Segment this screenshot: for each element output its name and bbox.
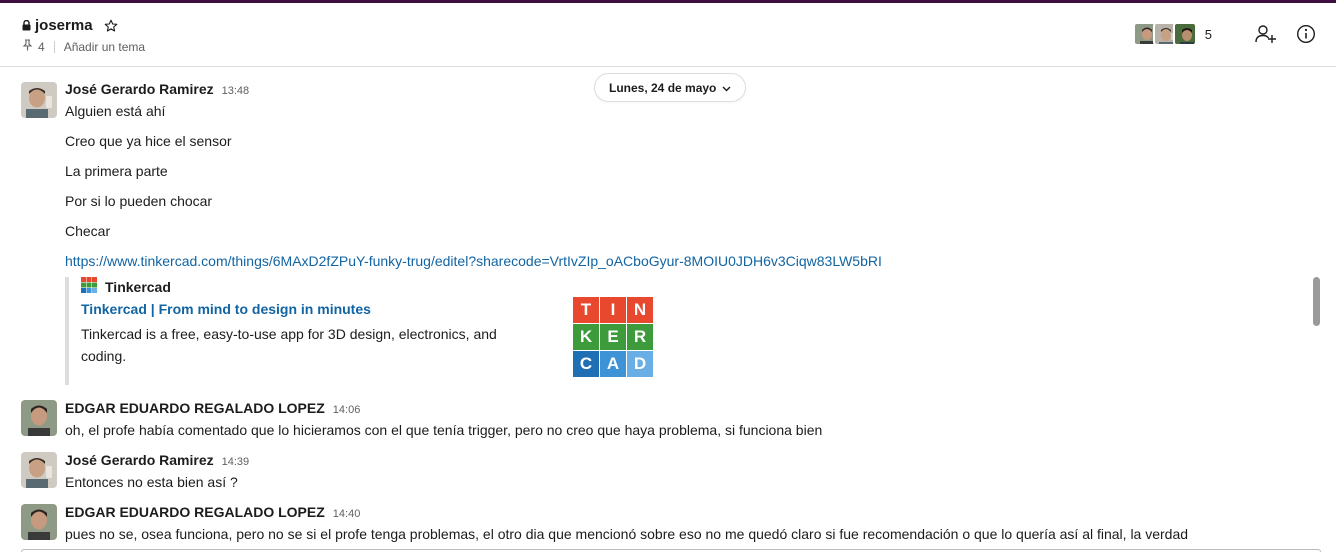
logo-tile: R — [627, 324, 653, 350]
message-timestamp[interactable]: 14:39 — [222, 456, 250, 468]
add-topic-link[interactable]: Añadir un tema — [64, 40, 145, 54]
link-preview-description: Tinkercad is a free, easy-to-use app for… — [81, 326, 497, 364]
message-list[interactable]: Lunes, 24 de mayo José Gerardo Ramirez 1… — [0, 68, 1322, 552]
message-author[interactable]: José Gerardo Ramirez — [65, 81, 214, 97]
logo-tile: C — [573, 351, 599, 377]
message-timestamp[interactable]: 14:40 — [333, 508, 361, 520]
header-actions: 5 — [1132, 22, 1318, 46]
message-text: pues no se, osea funciona, pero no se si… — [65, 526, 1189, 542]
pinned-count: 4 — [38, 39, 45, 54]
message-text: oh, el profe había comentado que lo hici… — [65, 422, 823, 438]
tinkercad-favicon-icon — [81, 277, 97, 296]
member-count: 5 — [1204, 26, 1212, 42]
avatar[interactable] — [21, 82, 57, 118]
meta-divider — [53, 40, 55, 53]
logo-tile: N — [627, 297, 653, 323]
link-preview-site-name: Tinkercad — [105, 278, 171, 295]
message-author[interactable]: José Gerardo Ramirez — [65, 452, 214, 468]
message-timestamp[interactable]: 13:48 — [222, 85, 250, 97]
channel-name: joserma — [35, 17, 93, 34]
star-icon[interactable] — [104, 19, 118, 33]
chevron-down-icon — [722, 81, 731, 95]
pin-icon — [22, 39, 33, 54]
message-link[interactable]: https://www.tinkercad.com/things/6MAxD2f… — [65, 253, 882, 269]
message-text: Creo que ya hice el sensor — [65, 133, 232, 149]
avatar[interactable] — [21, 504, 57, 540]
add-member-icon[interactable] — [1254, 22, 1278, 46]
message-text: Alguien está ahí — [65, 103, 166, 119]
channel-meta: 4 Añadir un tema — [22, 39, 145, 54]
message-text: La primera parte — [65, 163, 168, 179]
link-preview-site: Tinkercad — [81, 277, 171, 296]
message-author[interactable]: EDGAR EDUARDO REGALADO LOPEZ — [65, 400, 325, 416]
scrollbar-thumb[interactable] — [1313, 277, 1320, 326]
avatar — [1172, 22, 1197, 46]
channel-title-button[interactable]: joserma — [22, 17, 118, 34]
tinkercad-logo[interactable]: TIN KER CAD — [573, 297, 653, 377]
date-divider-label: Lunes, 24 de mayo — [609, 80, 717, 95]
channel-header: joserma 4 Añadir un tema 5 — [0, 3, 1336, 67]
message-text: Checar — [65, 223, 111, 239]
pinned-items-button[interactable]: 4 — [22, 39, 45, 54]
logo-tile: A — [600, 351, 626, 377]
avatar[interactable] — [21, 452, 57, 488]
lock-icon — [22, 20, 31, 31]
message-author[interactable]: EDGAR EDUARDO REGALADO LOPEZ — [65, 504, 325, 520]
logo-tile: E — [600, 324, 626, 350]
logo-tile: K — [573, 324, 599, 350]
date-divider-button[interactable]: Lunes, 24 de mayo — [594, 73, 747, 102]
message-text: Por si lo pueden chocar — [65, 193, 213, 209]
link-preview-title[interactable]: Tinkercad | From mind to design in minut… — [81, 301, 371, 317]
message-text: Entonces no esta bien así ? — [65, 474, 238, 490]
logo-tile: T — [573, 297, 599, 323]
message-timestamp[interactable]: 14:06 — [333, 404, 361, 416]
avatar[interactable] — [21, 400, 57, 436]
logo-tile: D — [627, 351, 653, 377]
link-preview: Tinkercad Tinkercad | From mind to desig… — [65, 277, 665, 385]
member-avatars-button[interactable] — [1132, 22, 1197, 46]
info-icon[interactable] — [1294, 22, 1318, 46]
logo-tile: I — [600, 297, 626, 323]
